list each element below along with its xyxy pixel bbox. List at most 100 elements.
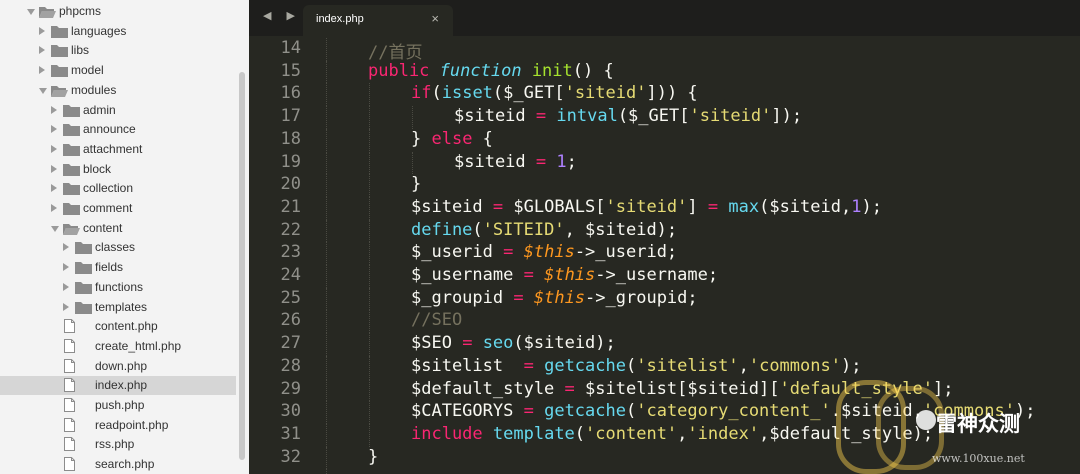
code-token: 'category_content_' — [636, 401, 831, 422]
chevron-right-icon[interactable] — [63, 263, 69, 272]
code-token: . — [830, 401, 841, 422]
code-token: = — [523, 401, 534, 422]
indent-guide — [326, 151, 327, 175]
tree-item-label: libs — [71, 43, 90, 58]
code-token: 'sitelist' — [636, 355, 739, 376]
tree-file-item[interactable]: down.php — [0, 357, 236, 376]
chevron-right-icon[interactable] — [63, 302, 69, 311]
tree-item-label: modules — [71, 82, 117, 97]
code-token: max — [728, 196, 760, 217]
tree-folder-item[interactable]: templates — [0, 298, 236, 317]
chevron-right-icon[interactable] — [51, 204, 57, 212]
tree-file-item[interactable]: readpoint.php — [0, 416, 236, 435]
tree-folder-item[interactable]: languages — [0, 22, 236, 41]
indent-guide — [326, 242, 327, 265]
indent-guide — [326, 265, 327, 288]
code-token: function — [439, 60, 522, 81]
chevron-right-icon[interactable] — [51, 144, 57, 153]
tree-file-item[interactable]: rss.php — [0, 435, 236, 454]
line-number: 29 — [280, 378, 301, 399]
tab-index-php[interactable]: index.php × — [303, 5, 453, 36]
tree-folder-item[interactable]: classes — [0, 238, 236, 257]
code-token: $siteid, — [840, 401, 923, 422]
tab-nav-arrows-icon[interactable]: ◀ ▶ — [263, 9, 301, 22]
tree-item-label: block — [83, 161, 112, 176]
code-token: ( — [431, 83, 442, 104]
tree-item-label: search.php — [95, 457, 155, 472]
tree-folder-item[interactable]: content — [0, 219, 236, 238]
tree-folder-item[interactable]: attachment — [0, 140, 236, 159]
indent-guide — [412, 106, 413, 129]
sidebar-scrollbar[interactable] — [239, 72, 245, 460]
tree-file-item[interactable]: search.php — [0, 455, 236, 474]
tree-file-item[interactable]: index.php — [0, 376, 236, 396]
code-token: include — [411, 423, 483, 444]
chevron-down-icon[interactable] — [51, 225, 59, 232]
file-icon — [64, 437, 75, 452]
tree-item-label: content.php — [95, 319, 158, 334]
chevron-right-icon[interactable] — [51, 164, 57, 173]
tree-folder-item[interactable]: model — [0, 61, 236, 80]
code-line: $_userid = $this->_userid; — [411, 242, 677, 262]
code-token: 'siteid' — [689, 106, 772, 127]
chevron-right-icon[interactable] — [51, 125, 57, 134]
tree-item-label: attachment — [83, 141, 143, 156]
tree-folder-item[interactable]: block — [0, 160, 236, 179]
indent-guide — [412, 151, 413, 175]
indent-guide — [369, 242, 370, 265]
chevron-right-icon[interactable] — [51, 184, 57, 193]
tree-folder-item[interactable]: fields — [0, 258, 236, 277]
tree-item-label: templates — [95, 299, 148, 314]
tree-file-item[interactable]: create_html.php — [0, 337, 236, 356]
code-line: $siteid = 1; — [454, 152, 577, 172]
tree-item-label: fields — [95, 260, 124, 275]
code-token: 'content' — [585, 423, 678, 444]
indent-guide — [326, 333, 327, 356]
code-line: $_groupid = $this->_groupid; — [411, 288, 698, 308]
tree-folder-item[interactable]: announce — [0, 120, 236, 139]
tab-title: index.php — [316, 13, 364, 25]
line-number: 23 — [280, 242, 301, 263]
tree-folder-item[interactable]: phpcms — [0, 2, 236, 21]
tree-folder-item[interactable]: modules — [0, 81, 236, 100]
chevron-right-icon[interactable] — [39, 66, 45, 75]
code-token: 'commons' — [748, 355, 841, 376]
code-line: $CATEGORYS = getcache('category_content_… — [411, 401, 1035, 421]
chevron-right-icon[interactable] — [51, 105, 57, 114]
tree-folder-item[interactable]: admin — [0, 101, 236, 120]
code-editor: ◀ ▶ index.php × 14 //首页 15 public function … — [249, 0, 1080, 474]
code-line: $SEO = seo($siteid); — [411, 333, 616, 353]
tree-item-label: phpcms — [59, 4, 102, 18]
tree-folder-item[interactable]: libs — [0, 41, 236, 60]
code-token: , — [738, 355, 749, 376]
code-token: ]; — [933, 378, 954, 399]
code-token: 'default_style' — [779, 378, 934, 399]
code-token: } — [411, 174, 422, 195]
indent-guide — [326, 355, 327, 379]
file-tree-sidebar: phpcms languages libs model modules admin anno… — [0, 0, 249, 474]
line-number: 31 — [280, 423, 301, 444]
tree-item-label: comment — [83, 201, 133, 215]
tree-folder-item[interactable]: functions — [0, 278, 236, 297]
code-token: getcache — [544, 401, 626, 422]
tree-item-label: index.php — [95, 378, 148, 393]
tree-file-item[interactable]: push.php — [0, 396, 236, 415]
tree-folder-item[interactable]: collection — [0, 179, 236, 198]
tree-file-item[interactable]: content.php — [0, 317, 236, 336]
chevron-right-icon[interactable] — [63, 282, 69, 291]
code-area[interactable]: 14//首页 15 public function init() {16 if(iss… — [249, 36, 1080, 474]
chevron-down-icon[interactable] — [27, 9, 35, 15]
chevron-right-icon[interactable] — [39, 46, 45, 55]
tree-item-label: content — [83, 220, 123, 235]
folder-icon — [75, 242, 92, 255]
close-icon[interactable]: × — [431, 11, 439, 26]
line-number: 27 — [280, 333, 301, 354]
chevron-down-icon[interactable] — [39, 87, 47, 94]
chevron-right-icon[interactable] — [39, 26, 45, 35]
tree-folder-item[interactable]: comment — [0, 199, 236, 218]
line-number: 18 — [280, 128, 301, 149]
chevron-right-icon[interactable] — [63, 243, 69, 252]
file-icon — [64, 319, 75, 334]
